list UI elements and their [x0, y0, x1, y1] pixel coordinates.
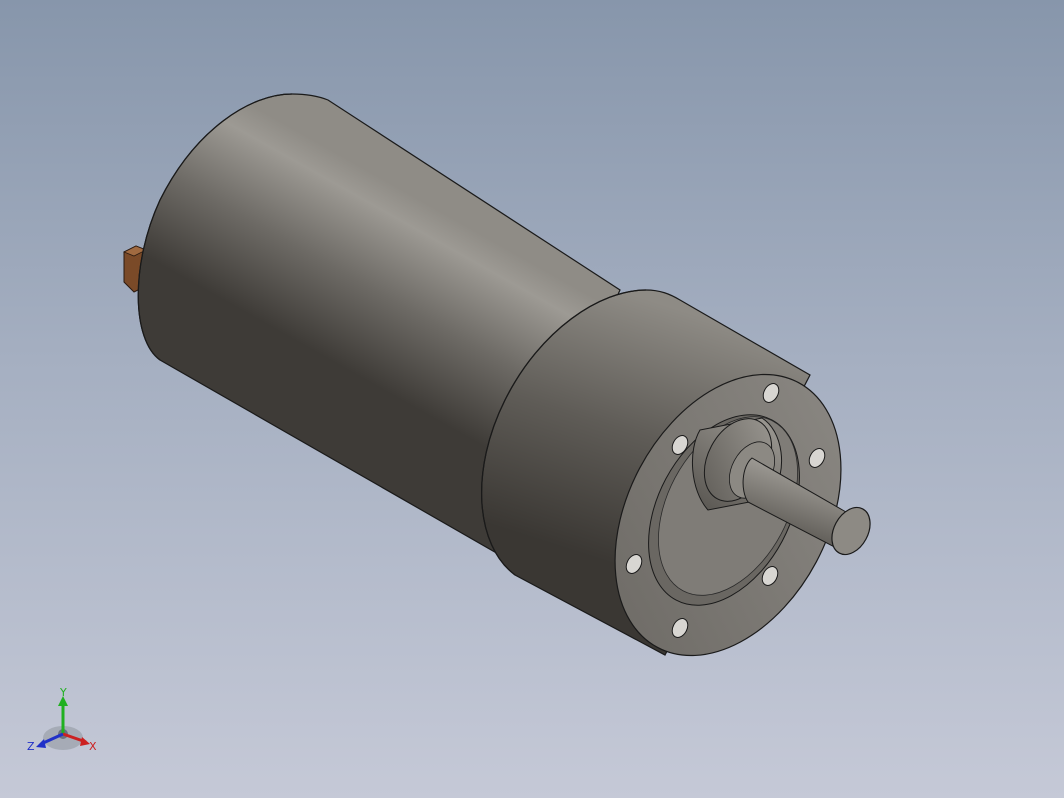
z-axis-label: Z: [27, 740, 35, 753]
x-axis-label: X: [89, 740, 97, 753]
gear-motor-model[interactable]: [0, 0, 1064, 798]
view-orientation-triad[interactable]: Y X Z: [26, 684, 106, 756]
3d-viewport[interactable]: Y X Z: [0, 0, 1064, 798]
y-axis-label: Y: [59, 686, 67, 699]
